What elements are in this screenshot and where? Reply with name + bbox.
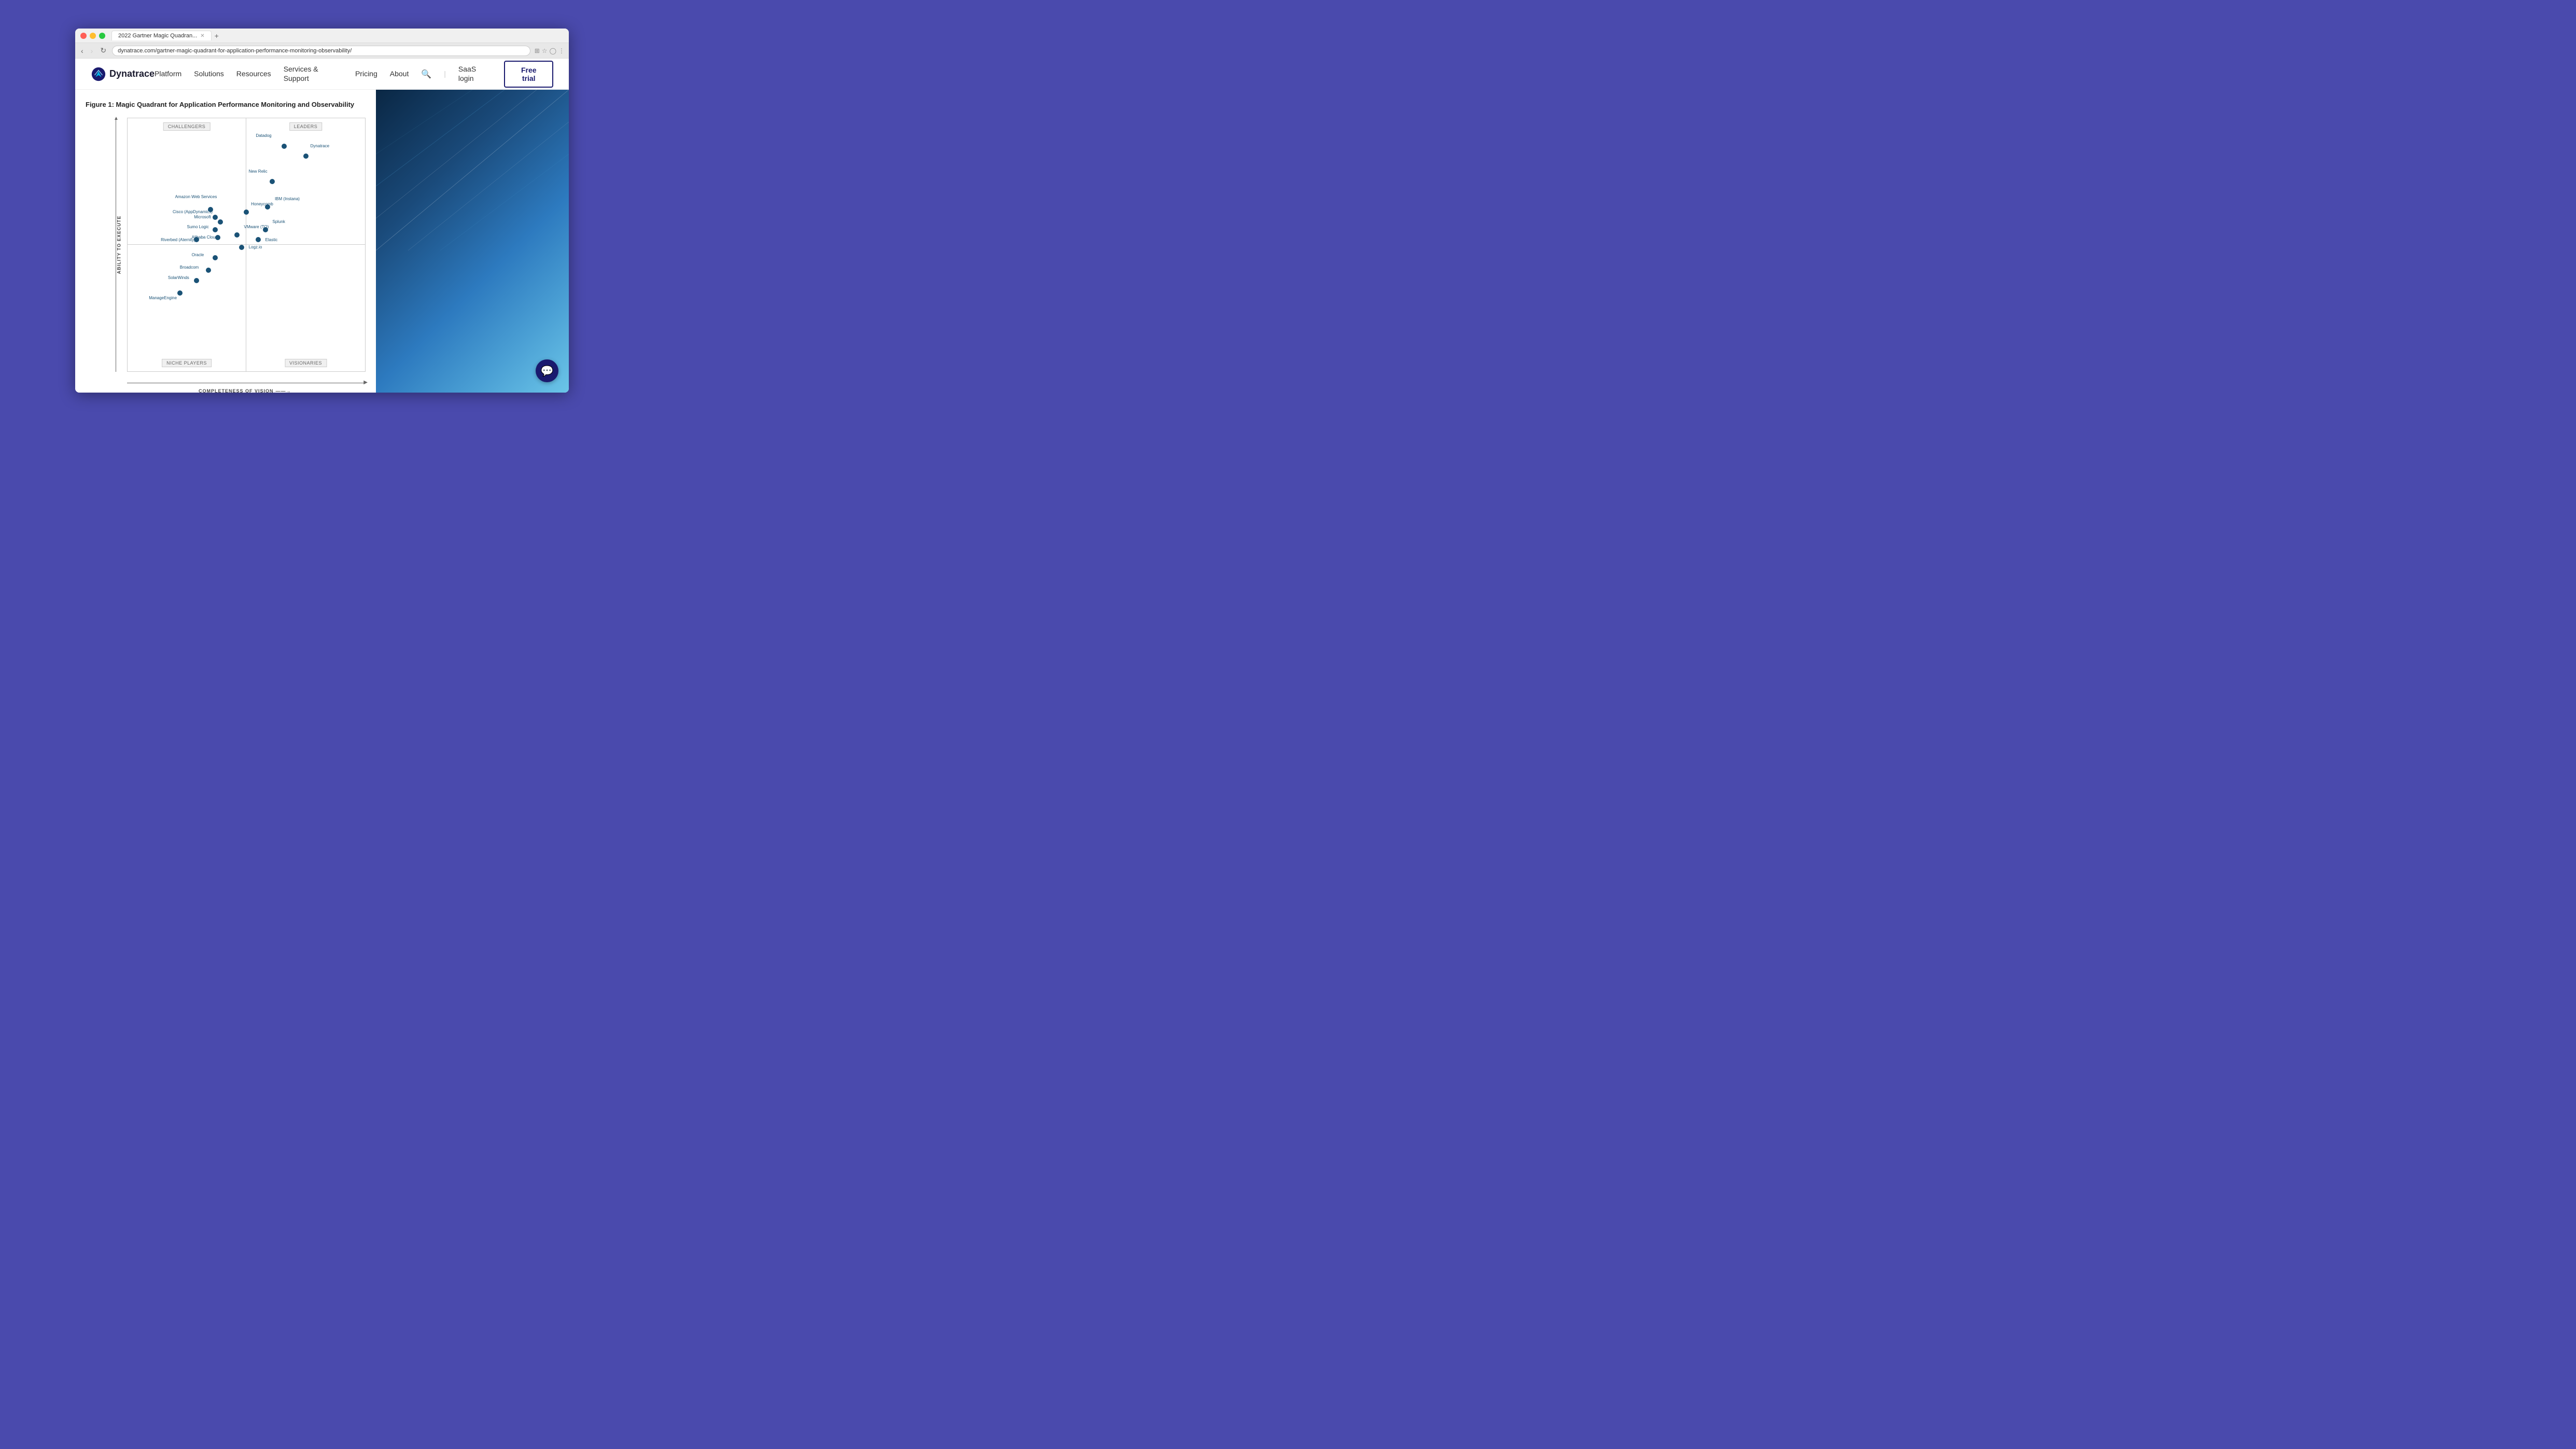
y-axis-label: ABILITY TO EXECUTE <box>116 216 121 274</box>
label-oracle: Oracle <box>192 253 204 257</box>
browser-window: 2022 Gartner Magic Quadran... ✕ + ‹ › ↻ … <box>75 29 569 393</box>
free-trial-button[interactable]: Free trial <box>504 61 553 88</box>
axis-wrapper: ▲ ABILITY TO EXECUTE CHALLENGERS LEADERS <box>127 118 366 372</box>
dot-solarwinds <box>194 278 199 283</box>
bookmarks-icon: ☆ <box>542 47 548 54</box>
browser-titlebar: 2022 Gartner Magic Quadran... ✕ + <box>75 29 569 43</box>
search-icon[interactable]: 🔍 <box>421 70 431 79</box>
label-cisco: Cisco (AppDynamics) <box>173 210 213 214</box>
reload-button[interactable]: ↻ <box>99 46 108 55</box>
quadrant-container: CHALLENGERS LEADERS NICHE PLAYERS VISI <box>127 118 366 372</box>
label-riverbed: Riverbed (Aternity) <box>161 238 195 242</box>
x-axis-label: COMPLETENESS OF VISION ——→ <box>199 388 291 393</box>
label-ibm: IBM (Instana) <box>275 197 300 201</box>
window-controls <box>80 33 105 39</box>
dot-logzio <box>239 245 244 250</box>
close-button[interactable] <box>80 33 87 39</box>
label-microsoft: Microsoft <box>194 215 211 219</box>
dot-manageengine <box>177 290 183 296</box>
visionaries-label: VISIONARIES <box>285 359 327 367</box>
dot-broadcom <box>206 268 211 273</box>
chart-section: Figure 1: Magic Quadrant for Application… <box>75 90 376 393</box>
label-honeycomb: Honeycomb <box>251 202 273 206</box>
nav-links: Platform Solutions Resources Services & … <box>155 61 553 88</box>
logo[interactable]: Dynatrace <box>91 66 155 82</box>
x-axis-arrow: ▶ <box>363 380 368 385</box>
dot-datadog <box>282 144 287 149</box>
label-sumologic: Sumo Logic <box>187 225 209 229</box>
logo-text: Dynatrace <box>109 68 155 79</box>
maximize-button[interactable] <box>99 33 105 39</box>
minimize-button[interactable] <box>90 33 96 39</box>
label-logzio: Logz.io <box>249 245 262 249</box>
nav-pricing[interactable]: Pricing <box>355 69 377 78</box>
visionaries-quadrant: VISIONARIES <box>246 245 365 371</box>
label-vmware: VMware (TO) <box>244 225 269 229</box>
dynatrace-logo-icon <box>91 66 106 82</box>
nav-solutions[interactable]: Solutions <box>194 69 224 78</box>
saas-login-link[interactable]: SaaS login <box>458 65 476 82</box>
new-tab-button[interactable]: + <box>215 32 219 40</box>
label-broadcom: Broadcom <box>180 265 199 270</box>
nav-about[interactable]: About <box>390 69 409 78</box>
label-aws: Amazon Web Services <box>175 194 217 199</box>
dot-cisco <box>213 215 218 220</box>
label-manageengine: ManageEngine <box>149 296 177 300</box>
dot-honeycomb <box>244 210 249 215</box>
chart-title: Figure 1: Magic Quadrant for Application… <box>86 100 366 109</box>
nav-platform[interactable]: Platform <box>155 69 181 78</box>
dot-microsoft <box>218 219 223 225</box>
page-content: Dynatrace Platform Solutions Resources S… <box>75 59 569 393</box>
extensions-icon: ⊞ <box>535 47 540 54</box>
label-newrelic: New Relic <box>249 169 268 174</box>
label-elastic: Elastic <box>265 238 278 242</box>
y-axis-arrow: ▲ <box>114 116 119 121</box>
nav-services-support[interactable]: Services & Support <box>284 65 318 82</box>
main-body: Figure 1: Magic Quadrant for Application… <box>75 90 569 393</box>
dot-sumologic <box>213 227 218 232</box>
label-splunk: Splunk <box>272 219 285 224</box>
dot-oracle <box>213 255 218 260</box>
dot-elastic <box>256 237 261 242</box>
tab-title: 2022 Gartner Magic Quadran... <box>118 33 197 39</box>
chat-icon: 💬 <box>541 365 554 378</box>
nav-separator: | <box>444 69 446 78</box>
challengers-label: CHALLENGERS <box>163 122 211 131</box>
leaders-label: LEADERS <box>289 122 323 131</box>
menu-icon[interactable]: ⋮ <box>558 47 565 54</box>
dot-newrelic <box>270 179 275 184</box>
niche-players-quadrant: NICHE PLAYERS <box>128 245 246 371</box>
main-nav: Dynatrace Platform Solutions Resources S… <box>75 59 569 90</box>
browser-tab[interactable]: 2022 Gartner Magic Quadran... ✕ <box>111 31 212 40</box>
dot-vmware <box>234 232 240 238</box>
background-lines <box>376 90 569 250</box>
back-button[interactable]: ‹ <box>79 47 85 55</box>
niche-players-label: NICHE PLAYERS <box>162 359 212 367</box>
chat-widget[interactable]: 💬 <box>536 359 558 382</box>
background-section: 💬 <box>376 90 569 393</box>
tab-close-button[interactable]: ✕ <box>200 33 204 39</box>
label-dynatrace: Dynatrace <box>311 144 329 148</box>
label-solarwinds: SolarWinds <box>168 275 189 280</box>
label-datadog: Datadog <box>256 133 271 138</box>
address-bar[interactable] <box>112 46 530 56</box>
profile-icon: ◯ <box>550 47 556 54</box>
dot-dynatrace <box>303 154 309 159</box>
browser-addressbar: ‹ › ↻ ⊞ ☆ ◯ ⋮ <box>75 43 569 59</box>
nav-resources[interactable]: Resources <box>236 69 271 78</box>
forward-button[interactable]: › <box>89 47 95 55</box>
browser-toolbar: ⊞ ☆ ◯ ⋮ <box>535 47 565 54</box>
